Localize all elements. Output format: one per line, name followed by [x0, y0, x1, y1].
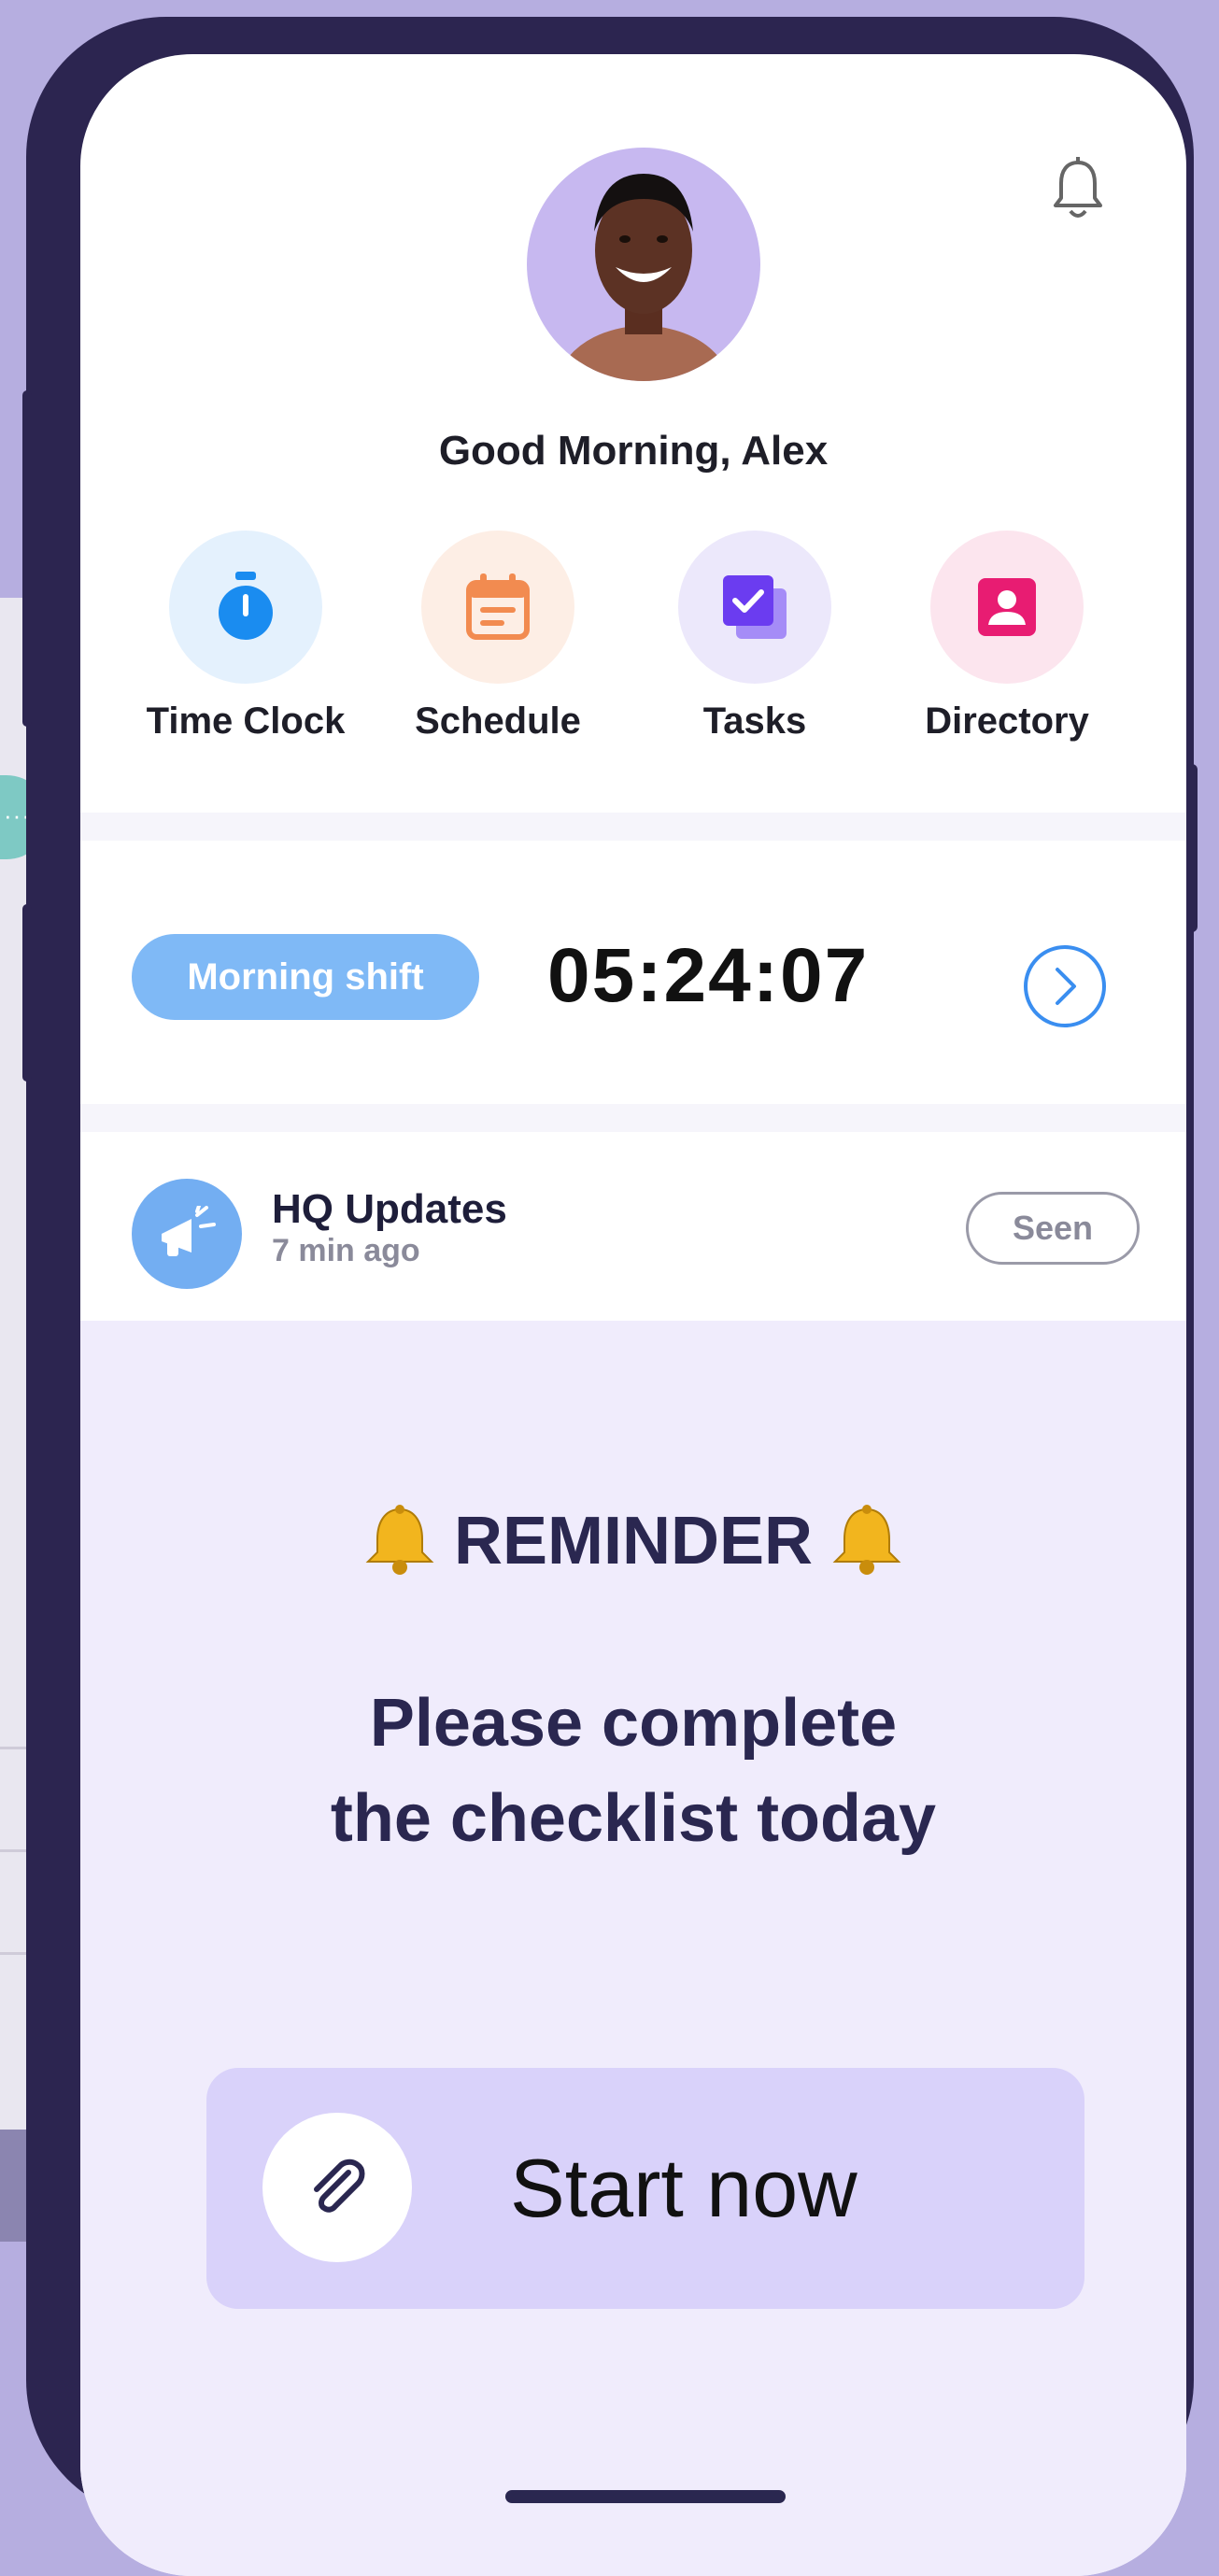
start-now-label: Start now — [510, 2142, 858, 2234]
schedule-icon-circle — [421, 531, 574, 684]
app-screen: Good Morning, Alex Time Clock Schedule T… — [80, 54, 1186, 2576]
bell-emoji-icon — [365, 1505, 434, 1575]
phone-frame: Good Morning, Alex Time Clock Schedule T… — [22, 17, 1198, 2576]
calendar-icon — [466, 573, 530, 640]
start-now-button[interactable]: Start now — [206, 2068, 1084, 2309]
power-button — [1186, 764, 1198, 932]
reminder-heading: REMINDER — [80, 1503, 1186, 1579]
time-clock-icon-circle — [169, 531, 322, 684]
section-divider — [80, 813, 1186, 841]
megaphone-icon — [132, 1179, 242, 1289]
paperclip-icon — [262, 2113, 412, 2262]
reminder-card: REMINDER Please complete the checklist t… — [80, 1321, 1186, 2576]
shift-timer: 05:24:07 — [547, 933, 870, 1018]
bell-emoji-icon — [832, 1505, 901, 1575]
seen-button[interactable]: Seen — [966, 1192, 1140, 1265]
side-button — [22, 390, 32, 727]
side-button — [22, 904, 32, 1082]
quick-action-label: Tasks — [702, 701, 807, 742]
quick-action-label: Time Clock — [146, 701, 346, 742]
greeting-text: Good Morning, Alex — [438, 428, 829, 474]
reminder-title: REMINDER — [453, 1504, 813, 1578]
tasks-icon-circle — [678, 531, 831, 684]
chevron-right-icon[interactable] — [1022, 943, 1108, 1029]
stopwatch-icon — [219, 572, 273, 640]
quick-action-label: Directory — [925, 701, 1089, 742]
section-divider — [80, 1104, 1186, 1132]
paperclip-glyph — [314, 2158, 365, 2213]
reminder-message: Please complete the checklist today — [80, 1676, 1186, 1866]
update-timestamp: 7 min ago — [272, 1233, 420, 1268]
quick-action-schedule[interactable]: Schedule — [381, 531, 615, 743]
quick-action-time-clock[interactable]: Time Clock — [129, 531, 362, 743]
reminder-message-line: Please complete — [369, 1686, 898, 1761]
task-check-icon — [723, 575, 787, 639]
update-title: HQ Updates — [272, 1186, 507, 1232]
quick-action-tasks[interactable]: Tasks — [638, 531, 872, 743]
directory-icon-circle — [930, 531, 1084, 684]
quick-action-label: Schedule — [415, 701, 581, 742]
announcement-icon — [162, 1206, 216, 1256]
profile-photo — [555, 174, 732, 381]
quick-action-directory[interactable]: Directory — [890, 531, 1124, 743]
notification-bell-icon[interactable] — [1052, 157, 1104, 222]
home-indicator[interactable] — [505, 2490, 786, 2503]
reminder-message-line: the checklist today — [330, 1781, 937, 1856]
contact-card-icon — [978, 578, 1036, 636]
avatar[interactable] — [527, 148, 760, 381]
shift-badge: Morning shift — [132, 934, 479, 1020]
